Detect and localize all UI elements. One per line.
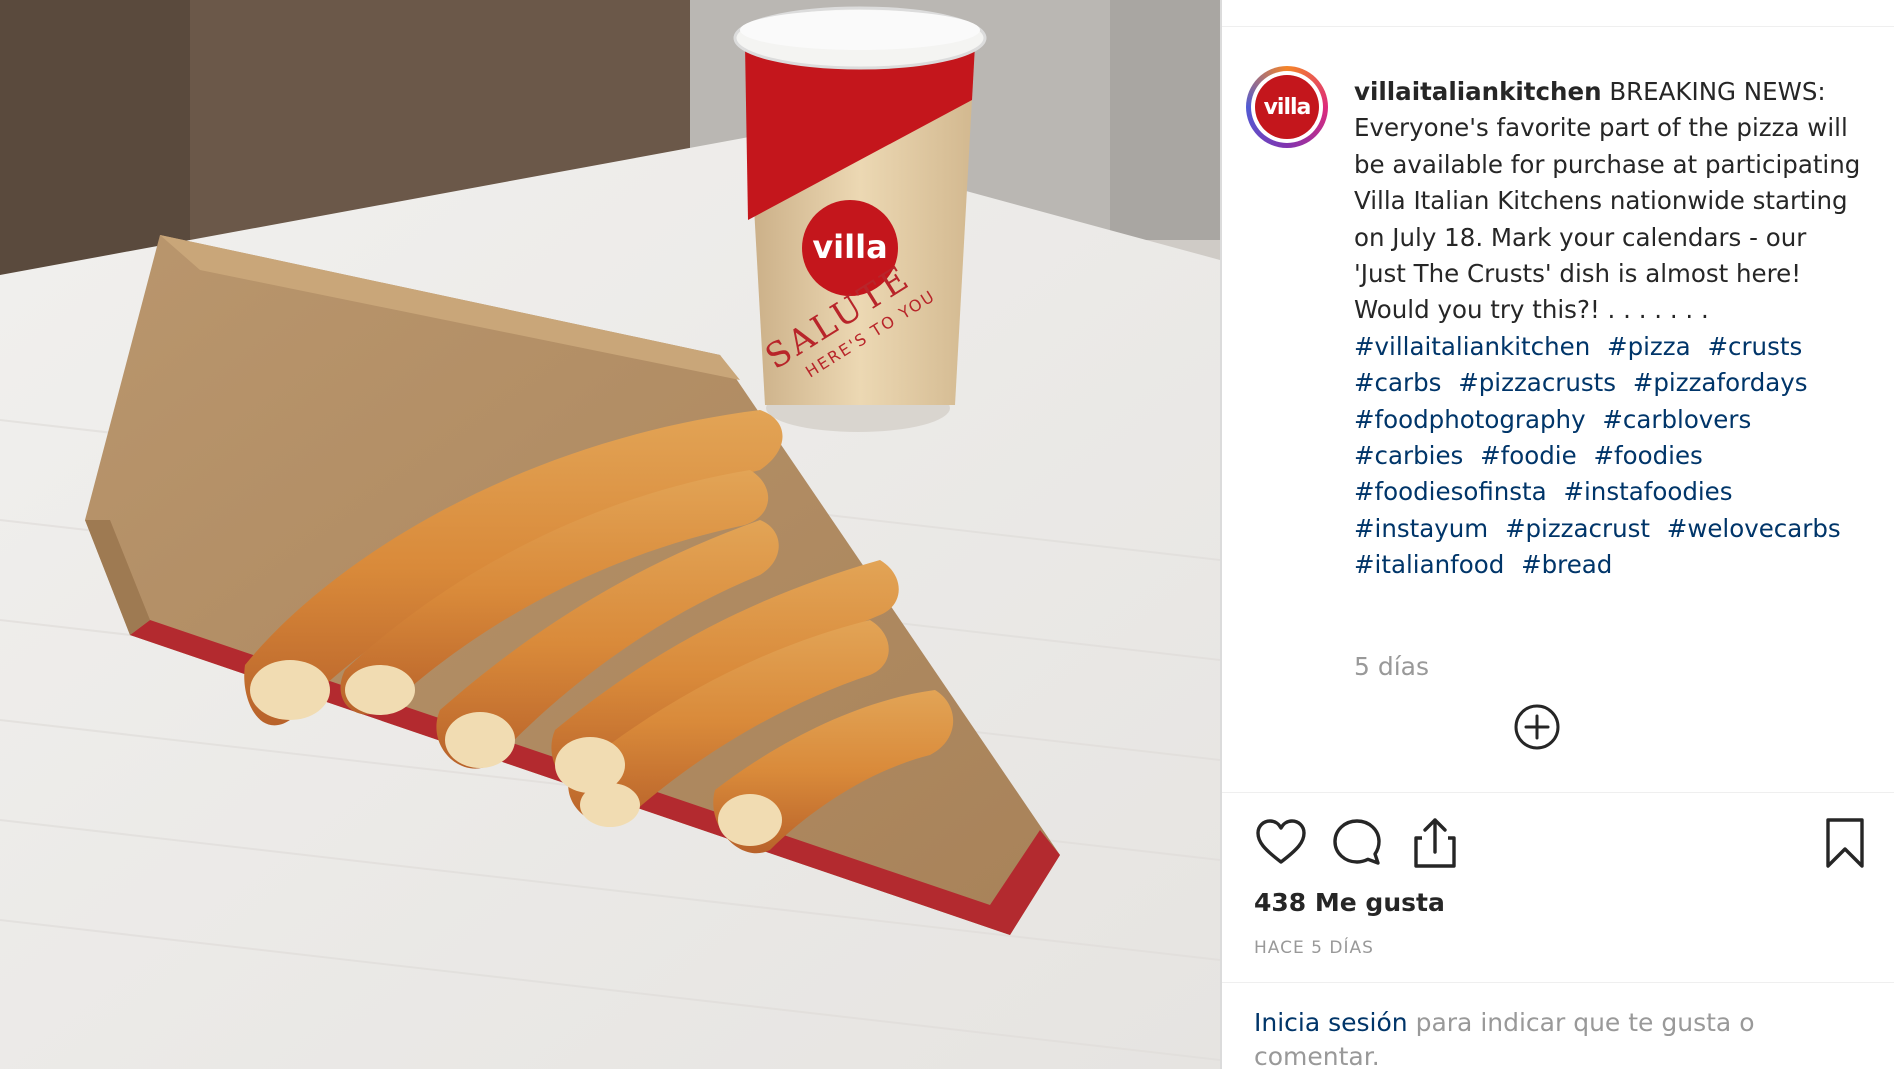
plus-circle-icon: [1514, 704, 1560, 750]
hashtag-link[interactable]: #pizzacrusts: [1458, 368, 1616, 397]
hashtag-link[interactable]: #carbs: [1354, 368, 1441, 397]
share-button[interactable]: [1408, 816, 1462, 870]
soda-cup: villa SALUTE HERE'S TO YOU: [733, 6, 987, 432]
heart-icon: [1256, 819, 1306, 864]
post-caption: villaitaliankitchen BREAKING NEWS: Every…: [1354, 74, 1864, 584]
username-link[interactable]: villaitaliankitchen: [1354, 77, 1602, 106]
post-date: HACE 5 DÍAS: [1254, 938, 1374, 958]
header-divider: [1222, 26, 1894, 27]
hashtag-link[interactable]: #carblovers: [1602, 405, 1751, 434]
cup-brand: villa: [812, 228, 887, 266]
hashtag-link[interactable]: #instafoodies: [1563, 477, 1732, 506]
caption-line: BREAKING NEWS:: [1609, 77, 1826, 106]
login-prompt: Inicia sesión para indicar que te gusta …: [1254, 1006, 1774, 1074]
caption-line: Everyone's favorite part of the pizza: [1354, 113, 1800, 143]
hashtag-link[interactable]: #pizzafordays: [1633, 368, 1808, 397]
hashtag-link[interactable]: #carbies: [1354, 441, 1463, 470]
hashtag-link[interactable]: #foodphotography: [1354, 405, 1586, 434]
like-button[interactable]: [1254, 816, 1308, 870]
share-icon: [1414, 818, 1456, 868]
hashtag-link[interactable]: #welovecarbs: [1667, 514, 1841, 543]
hashtag-link[interactable]: #pizzacrust: [1505, 514, 1650, 543]
likes-count[interactable]: 438 Me gusta: [1254, 888, 1445, 917]
login-link[interactable]: Inicia sesión: [1254, 1008, 1408, 1037]
pizza-crusts-photo: villa SALUTE HERE'S TO YOU: [0, 0, 1220, 1069]
hashtag-link[interactable]: #italianfood: [1354, 550, 1504, 579]
post-photo[interactable]: villa SALUTE HERE'S TO YOU: [0, 0, 1220, 1069]
hashtag-link[interactable]: #bread: [1521, 550, 1612, 579]
caption-line: this?! . . . . . . .: [1532, 295, 1709, 325]
hashtag-link[interactable]: #villaitaliankitchen: [1354, 332, 1590, 361]
hashtag-link[interactable]: #foodies: [1593, 441, 1702, 470]
hashtag-link[interactable]: #pizza: [1607, 332, 1691, 361]
hashtag-link[interactable]: #instayum: [1354, 514, 1488, 543]
post-sidebar: villa villaitaliankitchen BREAKING NEWS:…: [1222, 0, 1900, 1071]
hashtag-link[interactable]: #crusts: [1707, 332, 1802, 361]
avatar[interactable]: villa: [1246, 66, 1328, 148]
hashtag-link[interactable]: #foodiesofinsta: [1354, 477, 1547, 506]
save-button[interactable]: [1818, 816, 1872, 870]
comment-icon: [1333, 819, 1381, 865]
bookmark-icon: [1826, 818, 1864, 868]
comment-button[interactable]: [1330, 816, 1384, 870]
load-more-comments-button[interactable]: [1512, 702, 1562, 752]
actions-divider: [1222, 792, 1894, 793]
caption-timestamp: 5 días: [1354, 652, 1430, 681]
login-divider: [1222, 982, 1894, 983]
hashtag-list: #villaitaliankitchen #pizza #crusts #car…: [1354, 332, 1850, 579]
avatar-logo: villa: [1255, 75, 1319, 139]
hashtag-link[interactable]: #foodie: [1480, 441, 1577, 470]
